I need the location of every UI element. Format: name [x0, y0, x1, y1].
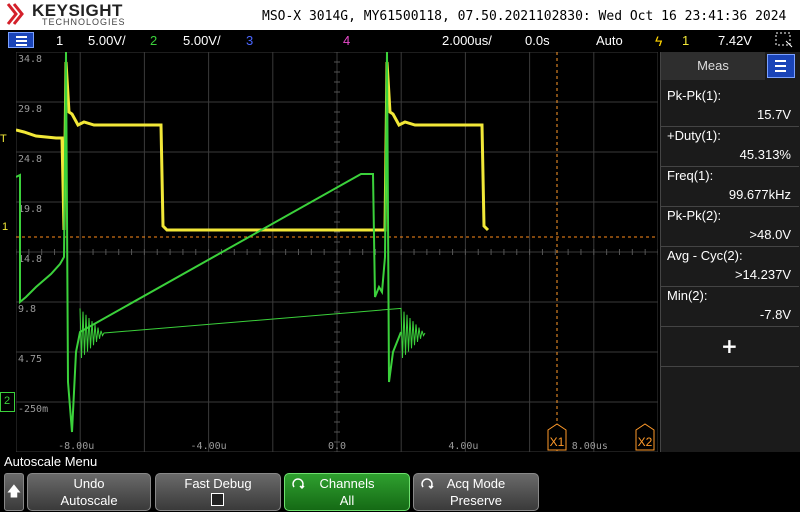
meas-value: 15.7V	[757, 107, 791, 122]
meas-label: Pk-Pk(1):	[667, 88, 722, 103]
y-tick-label: 4.75	[18, 354, 42, 365]
meas-label: Freq(1):	[667, 168, 714, 183]
ch2-ground-marker-box[interactable]: 2	[0, 392, 15, 412]
ch2-ringing	[79, 307, 426, 359]
x-axis-labels: -8.00u -4.00u 0.0 4.00u 8.00us	[58, 441, 608, 452]
meas-tab[interactable]: Meas	[661, 52, 765, 80]
x-tick-label: -4.00u	[191, 441, 227, 452]
y-tick-label: 24.8	[18, 154, 42, 165]
svg-text:X2: X2	[638, 435, 653, 449]
measurement-panel: Meas Pk-Pk(1): 15.7V +Duty(1): 45.313% F…	[660, 52, 800, 452]
softkey-label: Channels	[319, 476, 375, 491]
y-tick-label: -250m	[18, 404, 48, 415]
channels-button[interactable]: Channels All	[284, 473, 410, 511]
screen-capture-icon[interactable]	[775, 32, 793, 48]
brand-subtitle: TECHNOLOGIES	[42, 17, 126, 27]
y-tick-label: 9.8	[18, 304, 36, 315]
trigger-mode[interactable]: Auto	[596, 33, 623, 48]
add-measurement-button[interactable]: +	[721, 334, 738, 358]
x-tick-label: 8.00us	[572, 441, 608, 452]
meas-value: 45.313%	[739, 147, 791, 162]
meas-value: -7.8V	[759, 307, 791, 322]
ch2-number[interactable]: 2	[150, 33, 157, 48]
delay[interactable]: 0.0s	[525, 33, 550, 48]
y-axis-labels: 34.8 29.8 24.8 19.8 14.8 9.8 4.75 -250m	[18, 54, 48, 415]
undo-autoscale-button[interactable]: Undo Autoscale	[27, 473, 151, 511]
softkey-label: Fast Debug	[184, 476, 252, 491]
waveform-display[interactable]: 34.829.824.819.814.89.84.75-250m -8.00u -…	[16, 52, 658, 452]
divider	[661, 366, 799, 367]
divider	[661, 126, 799, 127]
meas-label: Pk-Pk(2):	[667, 208, 722, 223]
softkey-label: Acq Mode	[446, 476, 506, 491]
meas-label: +Duty(1):	[667, 128, 721, 143]
ch2-ground-marker: 2	[4, 395, 11, 407]
trigger-source[interactable]: 1	[682, 33, 689, 48]
softkey-label: Preserve	[449, 493, 503, 508]
softkey-label: Undo	[73, 476, 105, 491]
y-tick-label: 34.8	[18, 54, 42, 65]
meas-value: >14.237V	[734, 267, 791, 282]
keysight-logo-icon	[6, 3, 24, 25]
ch2-scale[interactable]: 5.00V/	[183, 33, 221, 48]
timebase[interactable]: 2.000us/	[442, 33, 492, 48]
ch1-number[interactable]: 1	[56, 33, 63, 48]
softkey-label: Autoscale	[60, 493, 118, 508]
ch1-scale[interactable]: 5.00V/	[88, 33, 126, 48]
meas-value: 99.677kHz	[728, 187, 791, 202]
divider	[661, 246, 799, 247]
trigger-level[interactable]: 7.42V	[718, 33, 752, 48]
ch4-number[interactable]: 4	[343, 33, 350, 48]
y-tick-label: 29.8	[18, 104, 42, 115]
scope-info: MSO-X 3014G, MY61500118, 07.50.202110283…	[262, 9, 787, 24]
svg-text:X1: X1	[550, 435, 565, 449]
fast-debug-checkbox[interactable]	[211, 493, 224, 506]
acq-mode-button[interactable]: Acq Mode Preserve	[413, 473, 539, 511]
divider	[661, 166, 799, 167]
ch3-number[interactable]: 3	[246, 33, 253, 48]
divider	[661, 206, 799, 207]
header-bar: KEYSIGHT TECHNOLOGIES MSO-X 3014G, MY615…	[0, 0, 800, 30]
ch1-ground-marker[interactable]: 1	[2, 221, 8, 233]
main-menu-button[interactable]	[8, 32, 34, 48]
y-tick-label: 19.8	[18, 204, 42, 215]
softkey-label: All	[339, 493, 355, 508]
trigger-edge-icon[interactable]: ϟ	[655, 33, 662, 49]
y-tick-label: 14.8	[18, 254, 42, 265]
softkey-menu-title: Autoscale Menu	[4, 454, 98, 469]
cursor-x2-marker[interactable]: X2	[635, 423, 655, 451]
x-tick-label: 4.00u	[448, 441, 478, 452]
status-bar: 1 5.00V/ 2 5.00V/ 3 4 2.000us/ 0.0s Auto…	[0, 30, 800, 50]
up-arrow-icon[interactable]: 🡅	[4, 473, 24, 511]
x-tick-label: 0.0	[328, 441, 346, 452]
meas-menu-icon[interactable]	[767, 54, 795, 78]
meas-value: >48.0V	[749, 227, 791, 242]
ch1-trace	[16, 61, 490, 232]
x-tick-label: -8.00u	[58, 441, 94, 452]
meas-label: Avg - Cyc(2):	[667, 248, 743, 263]
meas-label: Min(2):	[667, 288, 708, 303]
divider	[661, 326, 799, 327]
trigger-marker[interactable]: T	[0, 133, 7, 145]
cursor-x1-marker[interactable]: X1	[547, 423, 567, 451]
divider	[661, 286, 799, 287]
fast-debug-button[interactable]: Fast Debug	[155, 473, 281, 511]
